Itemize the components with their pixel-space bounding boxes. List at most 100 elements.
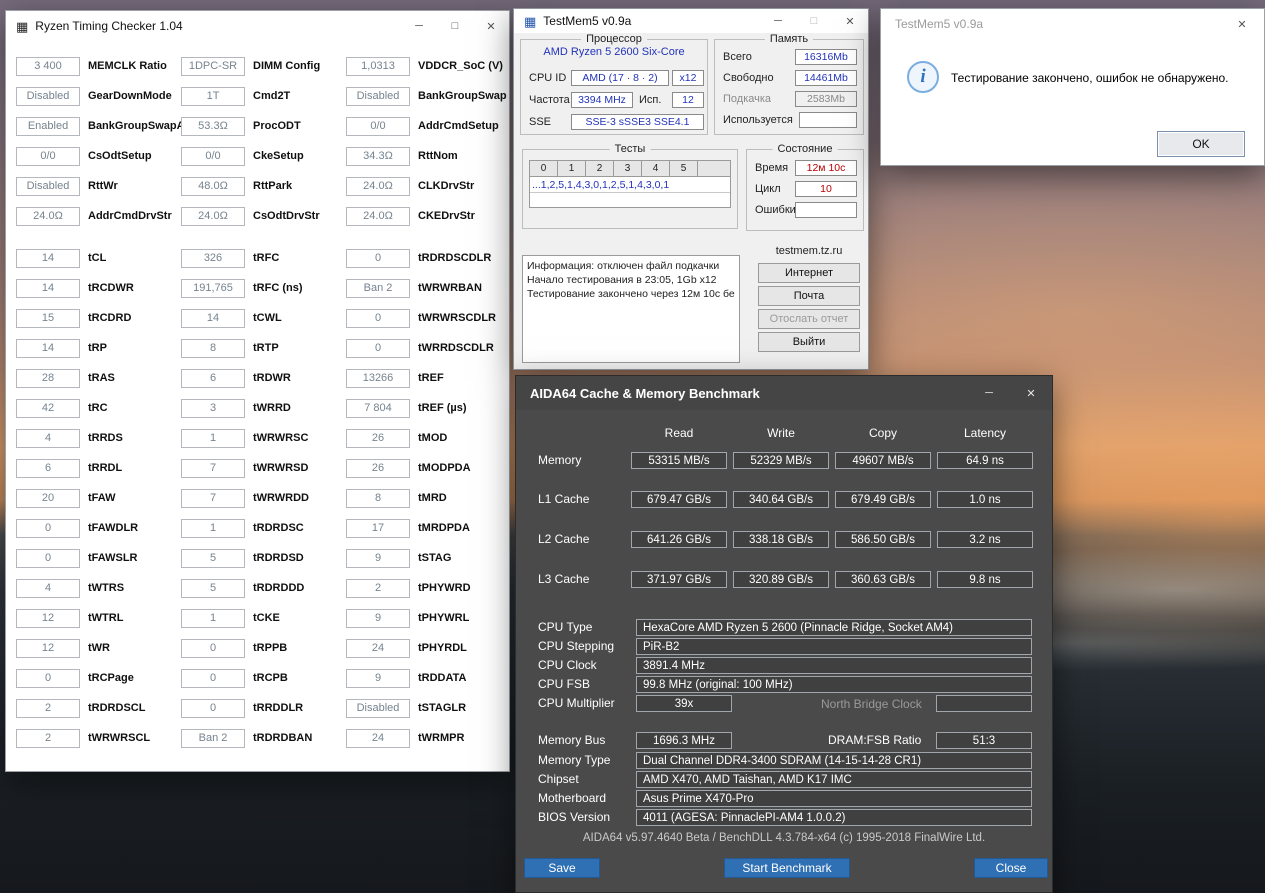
ok-button[interactable]: OK	[1157, 131, 1245, 157]
timing-value-box[interactable]: 0	[346, 338, 410, 358]
timing-value-box[interactable]: 17	[346, 518, 410, 538]
timing-value-box[interactable]: 1	[181, 518, 245, 538]
dram-fsb-ratio-value: 51:3	[936, 732, 1032, 749]
timing-value-box[interactable]: 24.0Ω	[16, 206, 80, 226]
timing-value-box[interactable]: 3 400	[16, 56, 80, 76]
timing-value-box[interactable]: 12	[16, 608, 80, 628]
timing-value-box[interactable]: 0	[346, 248, 410, 268]
timing-value-box[interactable]: 14	[16, 248, 80, 268]
timing-value-box[interactable]: Disabled	[346, 698, 410, 718]
timing-value-box[interactable]: Disabled	[346, 86, 410, 106]
timing-value-box[interactable]: 0/0	[181, 146, 245, 166]
timing-value-box[interactable]: 24.0Ω	[346, 176, 410, 196]
close-button[interactable]: ✕	[473, 11, 509, 41]
timing-value-box[interactable]: 8	[181, 338, 245, 358]
timing-value-box[interactable]: 26	[346, 458, 410, 478]
timing-field: 326 tRFC	[171, 243, 336, 273]
timing-value-box[interactable]: 34.3Ω	[346, 146, 410, 166]
maximize-button[interactable]: □	[796, 9, 832, 33]
timing-value-box[interactable]: 9	[346, 548, 410, 568]
timing-value-box[interactable]: 28	[16, 368, 80, 388]
timing-value-box[interactable]: 0	[181, 668, 245, 688]
aida-titlebar[interactable]: AIDA64 Cache & Memory Benchmark ─ ✕	[516, 376, 1052, 410]
close-button[interactable]: ✕	[1010, 376, 1052, 410]
close-button[interactable]: ✕	[1220, 9, 1264, 39]
state-groupbox-caption: Состояние	[772, 143, 838, 155]
timing-value-box[interactable]: 5	[181, 578, 245, 598]
timing-value-box[interactable]: 26	[346, 428, 410, 448]
close-button[interactable]: Close	[974, 858, 1048, 878]
dialog-titlebar[interactable]: TestMem5 v0.9a ✕	[881, 9, 1264, 39]
internet-button[interactable]: Интернет	[758, 263, 860, 283]
timing-value-box[interactable]: 3	[181, 398, 245, 418]
timing-value-box[interactable]: 9	[346, 608, 410, 628]
timing-value-box[interactable]: Enabled	[16, 116, 80, 136]
timing-value-box[interactable]: 24	[346, 638, 410, 658]
timing-value-box[interactable]: 2	[16, 728, 80, 748]
timing-value-box[interactable]: 7	[181, 488, 245, 508]
timing-value-box[interactable]: Ban 2	[181, 728, 245, 748]
timing-value-box[interactable]: 13266	[346, 368, 410, 388]
tm5-titlebar[interactable]: ▦ TestMem5 v0.9a ─ □ ✕	[514, 9, 868, 33]
timing-value-box[interactable]: 2	[16, 698, 80, 718]
minimize-button[interactable]: ─	[401, 11, 437, 41]
timing-value-box[interactable]: 4	[16, 578, 80, 598]
timing-value-box[interactable]: 20	[16, 488, 80, 508]
exit-button[interactable]: Выйти	[758, 332, 860, 352]
timing-value-box[interactable]: 0	[181, 638, 245, 658]
save-button[interactable]: Save	[524, 858, 600, 878]
minimize-button[interactable]: ─	[760, 9, 796, 33]
timing-value-box[interactable]: 5	[181, 548, 245, 568]
timing-value-box[interactable]: 2	[346, 578, 410, 598]
timing-value-box[interactable]: 14	[181, 308, 245, 328]
timing-value-box[interactable]: 0	[16, 518, 80, 538]
timing-value-box[interactable]: Disabled	[16, 86, 80, 106]
mail-button[interactable]: Почта	[758, 286, 860, 306]
start-benchmark-button[interactable]: Start Benchmark	[724, 858, 850, 878]
timing-value-box[interactable]: Disabled	[16, 176, 80, 196]
timing-value-box[interactable]: 12	[16, 638, 80, 658]
timing-value-box[interactable]: 0	[16, 668, 80, 688]
timing-value-box[interactable]: 191,765	[181, 278, 245, 298]
timing-value-box[interactable]: 1	[181, 428, 245, 448]
timing-value-box[interactable]: 24.0Ω	[346, 206, 410, 226]
timing-value-box[interactable]: 14	[16, 278, 80, 298]
timing-value-box[interactable]: 42	[16, 398, 80, 418]
timing-value-box[interactable]: 15	[16, 308, 80, 328]
timing-value-box[interactable]: 48.0Ω	[181, 176, 245, 196]
close-button[interactable]: ✕	[832, 9, 868, 33]
rtc-titlebar[interactable]: ▦ Ryzen Timing Checker 1.04 ─ □ ✕	[6, 11, 509, 41]
timing-value-box[interactable]: 6	[16, 458, 80, 478]
timing-value-box[interactable]: 6	[181, 368, 245, 388]
timing-value-box[interactable]: 1DPC-SR	[181, 56, 245, 76]
timing-label: tCWL	[253, 312, 282, 324]
timing-value-box[interactable]: 7	[181, 458, 245, 478]
timing-field: 0 tRDRDSCDLR	[336, 243, 509, 273]
timing-value-box[interactable]: 24.0Ω	[181, 206, 245, 226]
timing-value-box[interactable]: 14	[16, 338, 80, 358]
timing-value-box[interactable]: 4	[16, 428, 80, 448]
timing-value-box[interactable]: 9	[346, 668, 410, 688]
rtc-main-timings-grid: 14 tCL 326 tRFC 0 tRDRDSCDLR 14 tRCDWR 191,765 tR…	[6, 243, 509, 753]
timing-value-box[interactable]: 1T	[181, 86, 245, 106]
timing-value-box[interactable]: 7 804	[346, 398, 410, 418]
minimize-button[interactable]: ─	[968, 376, 1010, 410]
timing-value-box[interactable]: 0/0	[346, 116, 410, 136]
timing-value-box[interactable]: 0	[181, 698, 245, 718]
timing-value-box[interactable]: 326	[181, 248, 245, 268]
timing-value-box[interactable]: Ban 2	[346, 278, 410, 298]
timing-value-box[interactable]: 53.3Ω	[181, 116, 245, 136]
timing-value-box[interactable]: 0	[16, 548, 80, 568]
timing-label: tRDWR	[253, 372, 291, 384]
bench-value: 52329 MB/s	[733, 452, 829, 469]
timing-value-box[interactable]: 24	[346, 728, 410, 748]
timing-value-box[interactable]: 0/0	[16, 146, 80, 166]
timing-value-box[interactable]: 8	[346, 488, 410, 508]
timing-label: tRAS	[88, 372, 115, 384]
timing-field: 2 tPHYWRD	[336, 573, 509, 603]
timing-value-box[interactable]: 1,0313	[346, 56, 410, 76]
maximize-button[interactable]: □	[437, 11, 473, 41]
timing-value-box[interactable]: 0	[346, 308, 410, 328]
timing-value-box[interactable]: 1	[181, 608, 245, 628]
timing-field: Ban 2 tRDRDBAN	[171, 723, 336, 753]
